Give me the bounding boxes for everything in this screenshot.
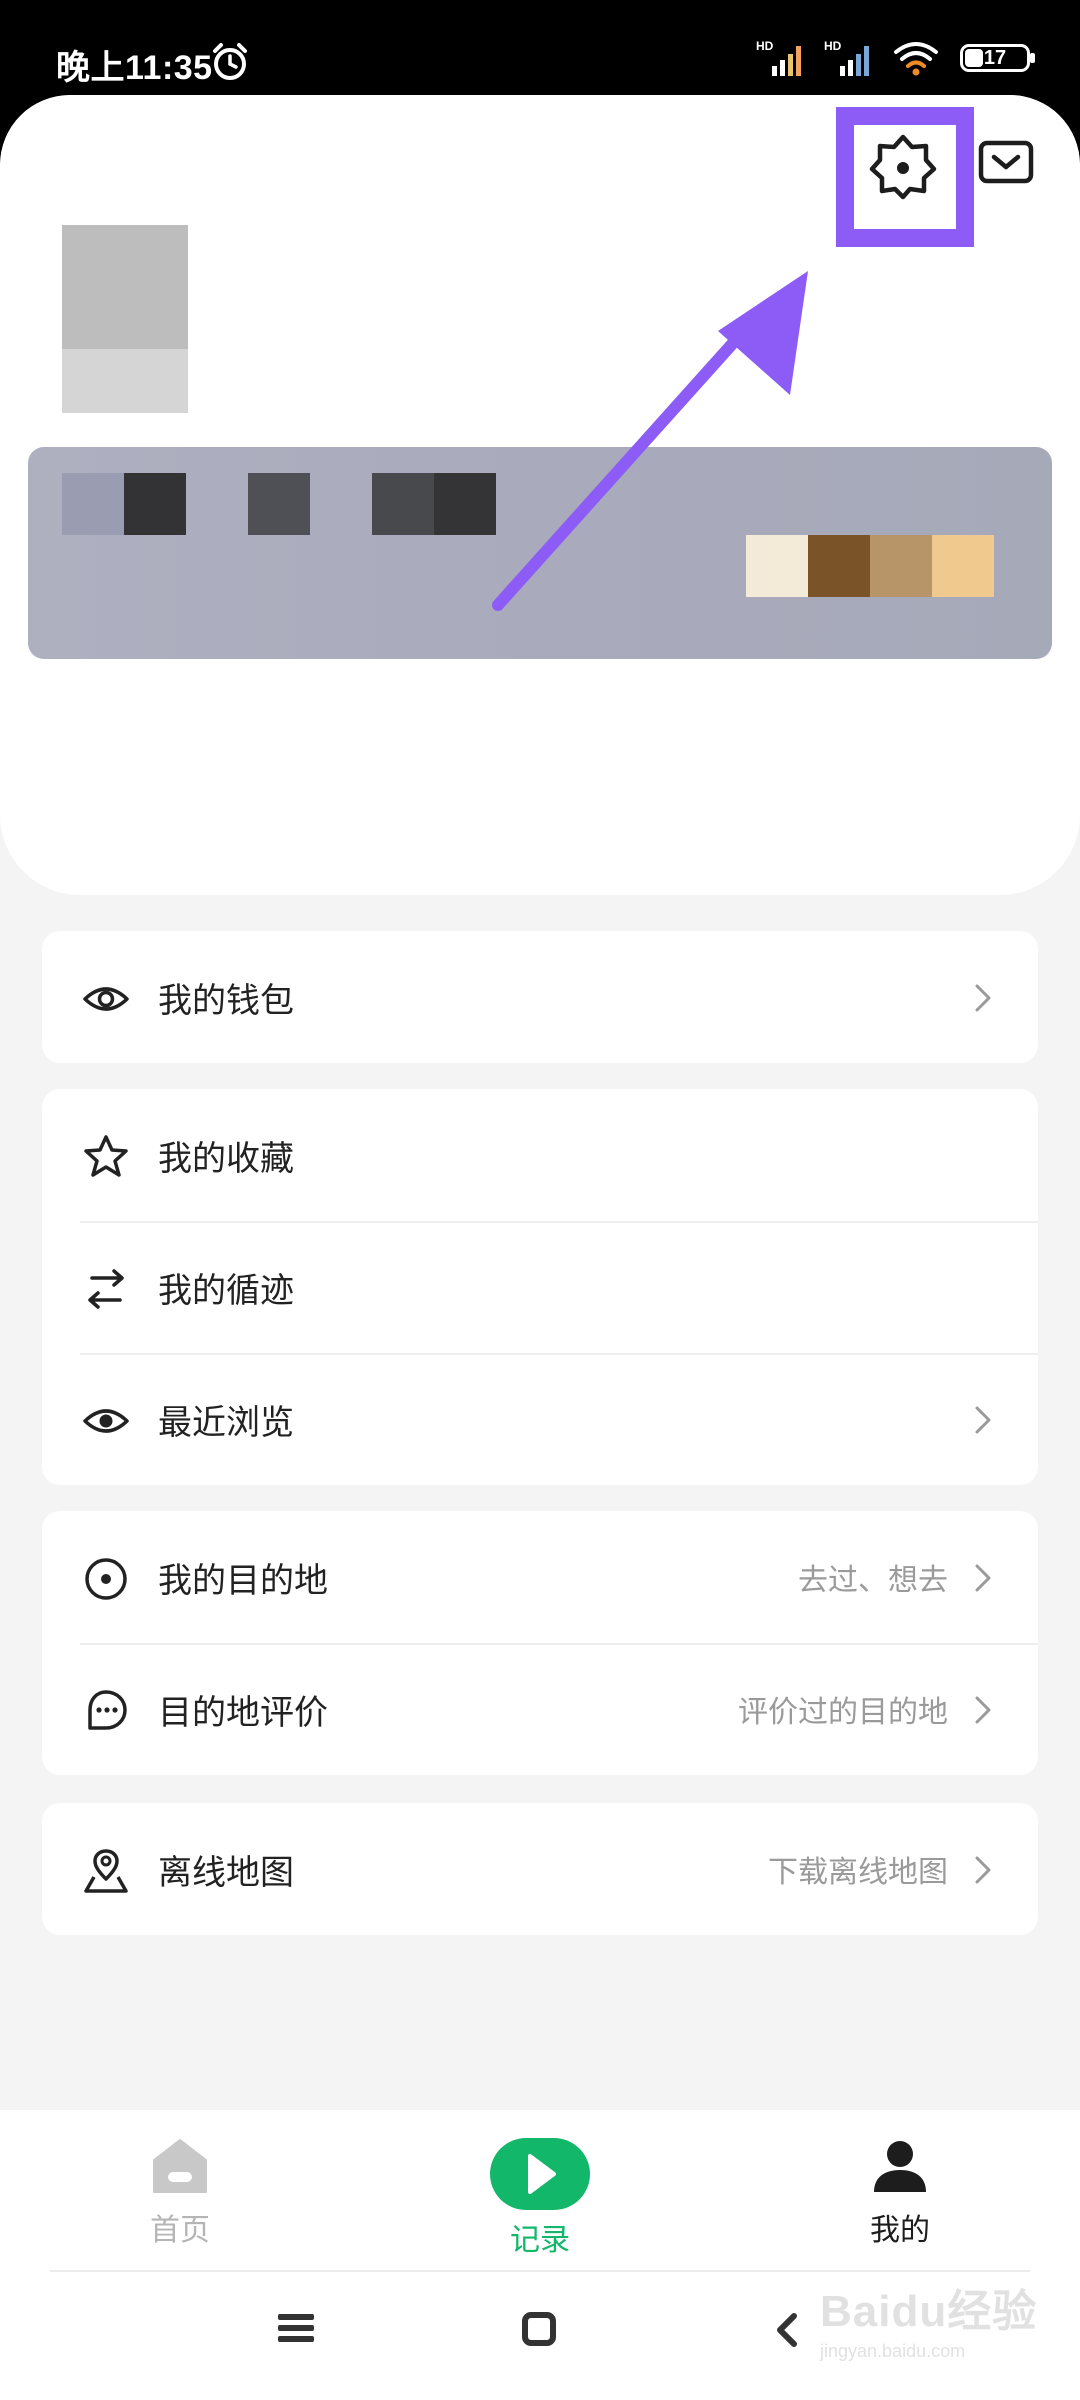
route-icon bbox=[88, 1269, 124, 1309]
menu-item-hint: 下载离线地图 bbox=[768, 1856, 948, 1889]
baidu-jingyan-watermark: Baidu经验 jingyan.baidu.com bbox=[820, 2275, 1060, 2385]
chevron-right-icon bbox=[975, 1696, 991, 1724]
chevron-right-icon bbox=[975, 1856, 991, 1884]
avatar[interactable] bbox=[62, 225, 188, 413]
watermark-logo: Baidu经验 bbox=[820, 2287, 1038, 2336]
svg-text:HD: HD bbox=[756, 39, 774, 53]
home-button-icon[interactable] bbox=[522, 2312, 556, 2346]
svg-text:HD: HD bbox=[824, 39, 842, 53]
message-icon[interactable] bbox=[978, 135, 1034, 191]
person-icon bbox=[874, 2141, 926, 2192]
chevron-right-icon bbox=[975, 984, 991, 1012]
watermark-url: jingyan.baidu.com bbox=[820, 2341, 966, 2361]
menu-item-label: 最近浏览 bbox=[158, 1403, 294, 1442]
badge-block bbox=[746, 535, 808, 597]
star-icon bbox=[84, 1135, 128, 1177]
eye-icon bbox=[83, 987, 129, 1011]
chevron-right-icon bbox=[975, 1406, 991, 1434]
signal-icon: HD bbox=[756, 39, 801, 76]
tab-label: 记录 bbox=[510, 2224, 570, 2257]
menu-item-wallet[interactable]: 我的钱包 bbox=[42, 931, 1038, 1063]
menu-item-label: 我的钱包 bbox=[158, 981, 294, 1020]
wallet-section: 我的钱包 bbox=[42, 931, 1038, 1063]
menu-item-favorites[interactable]: 我的收藏 bbox=[42, 1089, 1038, 1221]
menu-item-label: 目的地评价 bbox=[158, 1693, 328, 1732]
eye-icon bbox=[83, 1409, 129, 1433]
wifi-icon bbox=[894, 42, 938, 76]
tab-record[interactable]: 记录 bbox=[460, 2138, 620, 2259]
target-icon bbox=[85, 1558, 127, 1600]
username-block bbox=[62, 473, 124, 535]
tab-label: 我的 bbox=[870, 2214, 930, 2247]
username-block bbox=[248, 473, 310, 535]
back-icon[interactable] bbox=[774, 2312, 800, 2348]
menu-item-offline-map[interactable]: 离线地图 下载离线地图 bbox=[42, 1803, 1038, 1935]
home-icon bbox=[153, 2139, 207, 2193]
menu-item-reviews[interactable]: 目的地评价 评价过的目的地 bbox=[42, 1643, 1038, 1775]
status-time: 晚上11:35 bbox=[56, 49, 213, 87]
username-block bbox=[124, 473, 186, 535]
offline-map-section: 离线地图 下载离线地图 bbox=[42, 1803, 1038, 1935]
menu-item-destinations[interactable]: 我的目的地 去过、想去 bbox=[42, 1511, 1038, 1643]
badge-block bbox=[808, 535, 870, 597]
username-block bbox=[434, 473, 496, 535]
destination-section: 我的目的地 去过、想去 目的地评价 评价过的目的地 bbox=[42, 1511, 1038, 1775]
map-pin-icon bbox=[84, 1849, 128, 1893]
status-bar: 晚上11:35 HD HD 17 bbox=[0, 0, 1080, 110]
battery-indicator: 17 bbox=[960, 44, 1035, 72]
annotation-highlight-box bbox=[836, 107, 974, 247]
menu-item-hint: 评价过的目的地 bbox=[738, 1696, 948, 1729]
profile-header: ハ bbox=[0, 95, 1080, 964]
menu-item-label: 离线地图 bbox=[158, 1853, 294, 1892]
menu-item-label: 我的收藏 bbox=[158, 1139, 294, 1178]
alarm-icon bbox=[213, 43, 247, 80]
badge-block bbox=[932, 535, 994, 597]
chat-icon bbox=[88, 1690, 127, 1730]
signal-icon-2: HD bbox=[824, 39, 869, 76]
menu-item-tracks[interactable]: 我的循迹 bbox=[42, 1221, 1038, 1353]
menu-item-recent[interactable]: 最近浏览 bbox=[42, 1353, 1038, 1485]
chevron-right-icon bbox=[975, 1564, 991, 1592]
status-indicators: HD HD 17 bbox=[756, 38, 1035, 78]
record-play-icon bbox=[490, 2138, 590, 2210]
tab-label: 首页 bbox=[150, 2214, 210, 2247]
menu-item-label: 我的目的地 bbox=[158, 1561, 328, 1600]
battery-level: 17 bbox=[983, 46, 1007, 69]
activity-section: 我的收藏 我的循迹 最近浏览 bbox=[42, 1089, 1038, 1485]
profile-page: ハ 我的钱包 bbox=[0, 95, 1080, 2400]
tab-home[interactable]: 首页 bbox=[100, 2138, 260, 2249]
menu-icon[interactable] bbox=[278, 2312, 314, 2344]
badge-block bbox=[870, 535, 932, 597]
username-block bbox=[372, 473, 434, 535]
tab-mine[interactable]: 我的 bbox=[820, 2138, 980, 2249]
menu-item-hint: 去过、想去 bbox=[798, 1564, 948, 1597]
menu-item-label: 我的循迹 bbox=[158, 1271, 294, 1310]
